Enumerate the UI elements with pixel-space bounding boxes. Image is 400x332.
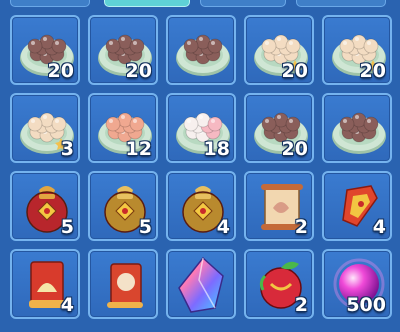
tab-4[interactable] (296, 0, 386, 7)
inventory-slot[interactable]: 3 (10, 93, 80, 163)
item-count: 4 (61, 296, 74, 315)
inventory-slot[interactable]: 20 (244, 93, 314, 163)
item-count: 2 (295, 296, 308, 315)
inventory-slot[interactable]: 12 (88, 93, 158, 163)
tab-2-selected[interactable] (104, 0, 190, 7)
item-count: 5 (61, 218, 74, 237)
item-count: 20 (48, 62, 74, 81)
inventory-grid: 20 20 20 20 3 12 18 20 5 5 4 2 4 4 2 500 (10, 15, 392, 319)
rainbow-crystal-icon (173, 254, 233, 314)
character-scroll-icon (95, 254, 155, 314)
item-count: 2 (295, 218, 308, 237)
inventory-slot[interactable]: 20 (322, 15, 392, 85)
tab-1[interactable] (10, 0, 90, 7)
item-count: 20 (282, 140, 308, 159)
inventory-slot[interactable]: 20 (244, 15, 314, 85)
inventory-slot[interactable] (322, 93, 392, 163)
inventory-slot[interactable]: 5 (88, 171, 158, 241)
item-count: 12 (126, 140, 152, 159)
item-count: 20 (282, 62, 308, 81)
plate-dark-dumplings-icon (173, 20, 233, 80)
item-count: 4 (373, 218, 386, 237)
inventory-slot[interactable] (166, 15, 236, 85)
inventory-slot[interactable]: 5 (10, 171, 80, 241)
inventory-slot[interactable]: 4 (10, 249, 80, 319)
inventory-slot[interactable]: 20 (88, 15, 158, 85)
tab-bar (0, 0, 400, 8)
inventory-slot[interactable] (88, 249, 158, 319)
tab-3[interactable] (200, 0, 286, 7)
inventory-slot[interactable] (166, 249, 236, 319)
item-count: 4 (217, 218, 230, 237)
item-count: 20 (126, 62, 152, 81)
item-count: 3 (61, 140, 74, 159)
item-count: 20 (360, 62, 386, 81)
item-count: 500 (346, 296, 386, 315)
plate-dark-dumplings-icon (329, 98, 389, 158)
inventory-slot[interactable]: 4 (166, 171, 236, 241)
inventory-slot[interactable]: 500 (322, 249, 392, 319)
inventory-slot[interactable]: 2 (244, 249, 314, 319)
inventory-slot[interactable]: 18 (166, 93, 236, 163)
inventory-slot[interactable]: 2 (244, 171, 314, 241)
item-count: 18 (204, 140, 230, 159)
inventory-slot[interactable]: 20 (10, 15, 80, 85)
inventory-slot[interactable]: 4 (322, 171, 392, 241)
item-count: 5 (139, 218, 152, 237)
